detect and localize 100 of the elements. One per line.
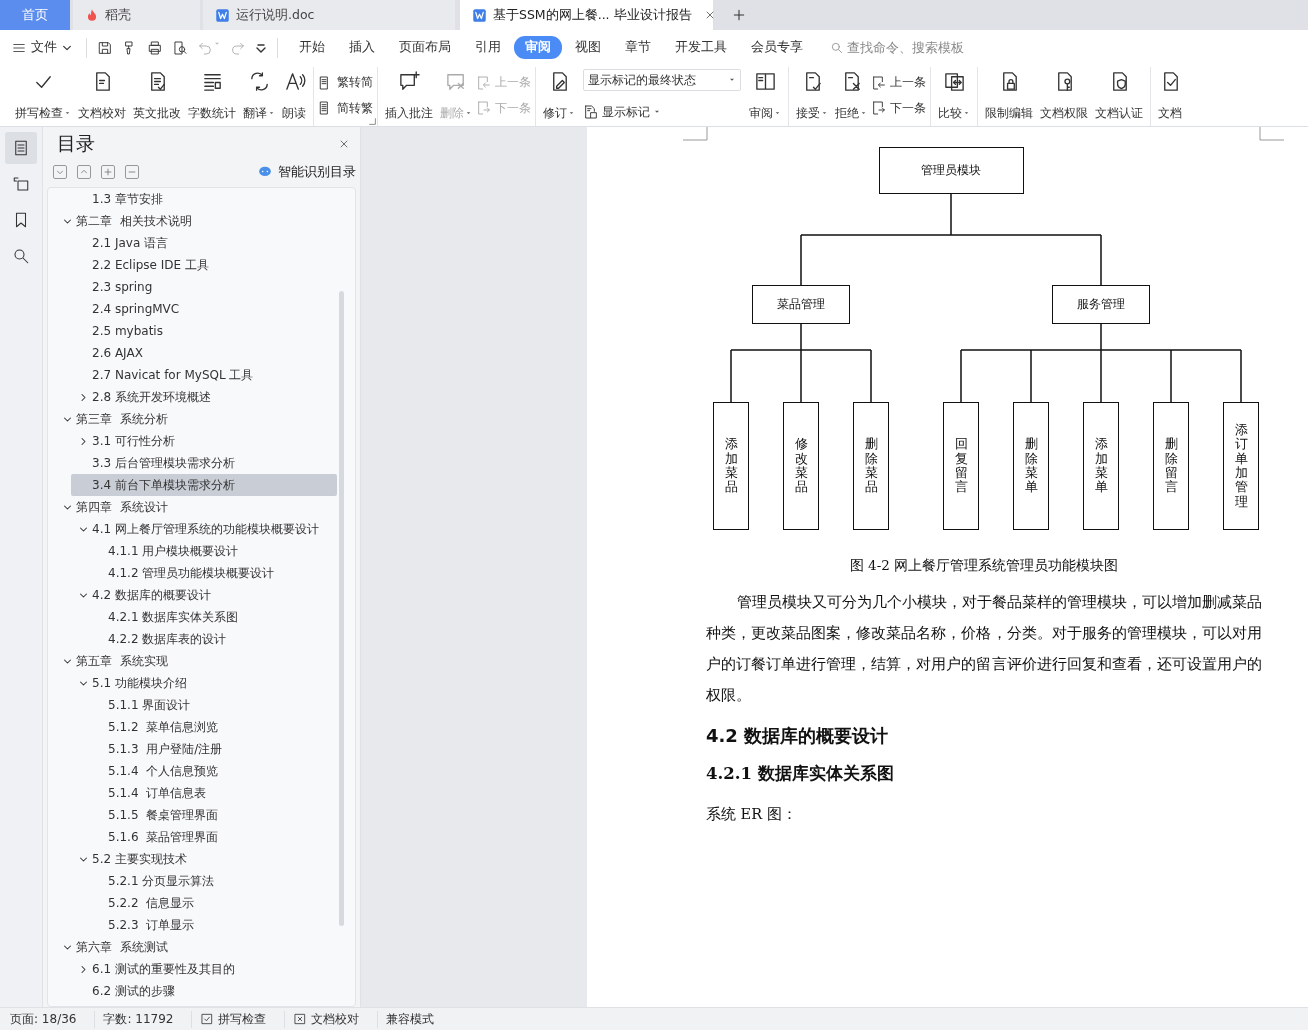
toc-item[interactable]: 5.1.3 用户登陆/注册 xyxy=(87,738,337,760)
toc-item[interactable]: 5.1.1 界面设计 xyxy=(87,694,337,716)
menu-tab[interactable]: 会员专享 xyxy=(740,36,814,59)
toc-item[interactable]: 第四章 系统设计 xyxy=(55,496,337,518)
ribbon-button[interactable]: 简转繁 xyxy=(318,100,373,117)
ribbon-button[interactable]: 英文批改 xyxy=(130,67,184,126)
toc-item[interactable]: 6.1 测试的重要性及其目的 xyxy=(71,958,337,980)
ribbon-button[interactable]: 拒绝 xyxy=(832,67,870,126)
toc-item[interactable]: 4.2 数据库的概要设计 xyxy=(71,584,337,606)
search-icon xyxy=(830,40,844,55)
toc-item[interactable]: 2.7 Navicat for MySQL 工具 xyxy=(71,364,337,386)
toc-item[interactable]: 第六章 系统测试 xyxy=(55,936,337,958)
ribbon-button[interactable]: 文档权限 xyxy=(1037,67,1091,126)
toc-item[interactable]: 1.3 章节安排 xyxy=(71,188,337,210)
ribbon-button[interactable]: 文档认证 xyxy=(1092,67,1146,126)
status-button[interactable]: 拼写检查 xyxy=(191,1010,277,1028)
toolbar-button[interactable] xyxy=(172,39,188,56)
ribbon-button[interactable]: 朗读 xyxy=(279,67,309,126)
menu-tab[interactable]: 插入 xyxy=(338,36,386,59)
menu-tab[interactable]: 开发工具 xyxy=(664,36,738,59)
menu-tab[interactable]: 引用 xyxy=(464,36,512,59)
ribbon-button[interactable]: 文档校对 xyxy=(75,67,129,126)
toc-item[interactable]: 3.1 可行性分析 xyxy=(71,430,337,452)
status-text: 字数: 11792 xyxy=(94,1010,184,1028)
ribbon-button[interactable]: 拼写检查 xyxy=(12,67,74,126)
customize-button[interactable] xyxy=(255,41,267,54)
save-icon xyxy=(97,39,113,56)
print-icon xyxy=(147,39,163,56)
ribbon-button[interactable]: 繁转简 xyxy=(318,74,373,91)
close-button[interactable] xyxy=(338,138,350,150)
toc-item[interactable]: 3.3 后台管理模块需求分析 xyxy=(71,452,337,474)
toc-item[interactable]: 2.3 spring xyxy=(71,276,337,298)
ribbon-button[interactable]: 翻译 xyxy=(240,67,278,126)
toc-item[interactable]: 5.1 功能模块介绍 xyxy=(71,672,337,694)
ribbon-button[interactable]: 接受 xyxy=(793,67,831,126)
status-text: 页面: 18/36 xyxy=(10,1010,78,1028)
toc-item[interactable]: 2.5 mybatis xyxy=(71,320,337,342)
ribbon-button[interactable]: 比较 xyxy=(935,67,973,126)
toc-item[interactable]: 5.2.2 信息显示 xyxy=(87,892,337,914)
document-tab[interactable]: 运行说明.doc xyxy=(203,0,455,30)
add-heading-button[interactable] xyxy=(101,165,115,179)
toc-item[interactable]: 4.1.2 管理员功能模块概要设计 xyxy=(87,562,337,584)
toc-item[interactable]: 2.4 springMVC xyxy=(71,298,337,320)
diagram-node: 删除菜单 xyxy=(1013,402,1049,530)
toc-item[interactable]: 5.2.1 分页显示算法 xyxy=(87,870,337,892)
toc-item[interactable]: 第五章 系统实现 xyxy=(55,650,337,672)
panel-title: 目录 xyxy=(57,131,95,156)
collapse-all-button[interactable] xyxy=(53,165,67,179)
sidebar-tab[interactable] xyxy=(5,132,37,164)
toc-item[interactable]: 5.1.2 菜单信息浏览 xyxy=(87,716,337,738)
toc-item[interactable]: 6.2 测试的步骤 xyxy=(71,980,337,1002)
ribbon-button[interactable]: 显示标记 xyxy=(583,104,741,120)
toolbar-button[interactable] xyxy=(147,39,163,56)
toc-item[interactable]: 第三章 系统分析 xyxy=(55,408,337,430)
ribbon-button[interactable]: 插入批注 xyxy=(382,67,436,126)
markup-dropdown[interactable]: 显示标记的最终状态 xyxy=(583,69,741,91)
toc-item[interactable]: 4.1.1 用户模块概要设计 xyxy=(87,540,337,562)
ribbon-button[interactable]: 限制编辑 xyxy=(982,67,1036,126)
toc-item[interactable]: 4.2.2 数据库表的设计 xyxy=(87,628,337,650)
outline-icon xyxy=(12,139,30,157)
toc-item[interactable]: 5.1.6 菜品管理界面 xyxy=(87,826,337,848)
expand-all-button[interactable] xyxy=(77,165,91,179)
file-menu[interactable]: 文件 xyxy=(12,39,80,56)
toc-item[interactable]: 5.1.4 个人信息预览 xyxy=(87,760,337,782)
ribbon-button[interactable]: 下一条 xyxy=(871,100,926,117)
toc-item[interactable]: 4.2.1 数据库实体关系图 xyxy=(87,606,337,628)
diagram-node: 添加菜单 xyxy=(1083,402,1119,530)
toc-item[interactable]: 2.1 Java 语言 xyxy=(71,232,337,254)
ribbon-button[interactable]: 文档 xyxy=(1155,67,1185,126)
toc-item[interactable]: 2.6 AJAX xyxy=(71,342,337,364)
menu-tab[interactable]: 开始 xyxy=(288,36,336,59)
toolbar-button[interactable] xyxy=(97,39,113,56)
arrow-left-icon xyxy=(871,74,887,91)
ribbon-button[interactable]: 审阅 xyxy=(746,67,784,126)
toc-item[interactable]: 第二章 相关技术说明 xyxy=(55,210,337,232)
arrow-left-icon xyxy=(476,74,492,91)
chevron-down-icon xyxy=(79,678,88,688)
menu-tab[interactable]: 视图 xyxy=(564,36,612,59)
toc-item[interactable]: 5.2 主要实现技术 xyxy=(71,848,337,870)
toc-item[interactable]: 2.8 系统开发环境概述 xyxy=(71,386,337,408)
chevron-right-icon xyxy=(79,436,88,446)
tree-icon xyxy=(12,175,30,193)
menu-tab[interactable]: 页面布局 xyxy=(388,36,462,59)
remove-heading-button[interactable] xyxy=(125,165,139,179)
ribbon-button[interactable]: 修订 xyxy=(540,67,578,126)
toc-item[interactable]: 2.2 Eclipse IDE 工具 xyxy=(71,254,337,276)
document-tab[interactable]: 基于SSM的网上餐... 毕业设计报告 xyxy=(460,0,713,30)
status-button[interactable]: 文档校对 xyxy=(284,1010,370,1028)
smart-toc-button[interactable]: 智能识别目录 xyxy=(257,163,356,181)
ribbon-button[interactable]: 上一条 xyxy=(871,74,926,91)
toc-item[interactable]: 5.1.4 订单信息表 xyxy=(87,782,337,804)
body-paragraph: 系统 ER 图： xyxy=(706,805,798,824)
toc-item[interactable]: 4.1 网上餐厅管理系统的功能模块概要设计 xyxy=(71,518,337,540)
toc-item[interactable]: 5.2.3 订单显示 xyxy=(87,914,337,936)
scrollbar-thumb[interactable] xyxy=(339,291,344,926)
toc-item[interactable]: 5.1.5 餐桌管理界面 xyxy=(87,804,337,826)
menu-tab[interactable]: 章节 xyxy=(614,36,662,59)
toc-item[interactable]: 3.4 前台下单模块需求分析 xyxy=(71,474,337,496)
document-tab[interactable]: 稻壳 xyxy=(73,0,200,30)
ribbon-button[interactable]: 字数统计 xyxy=(185,67,239,126)
